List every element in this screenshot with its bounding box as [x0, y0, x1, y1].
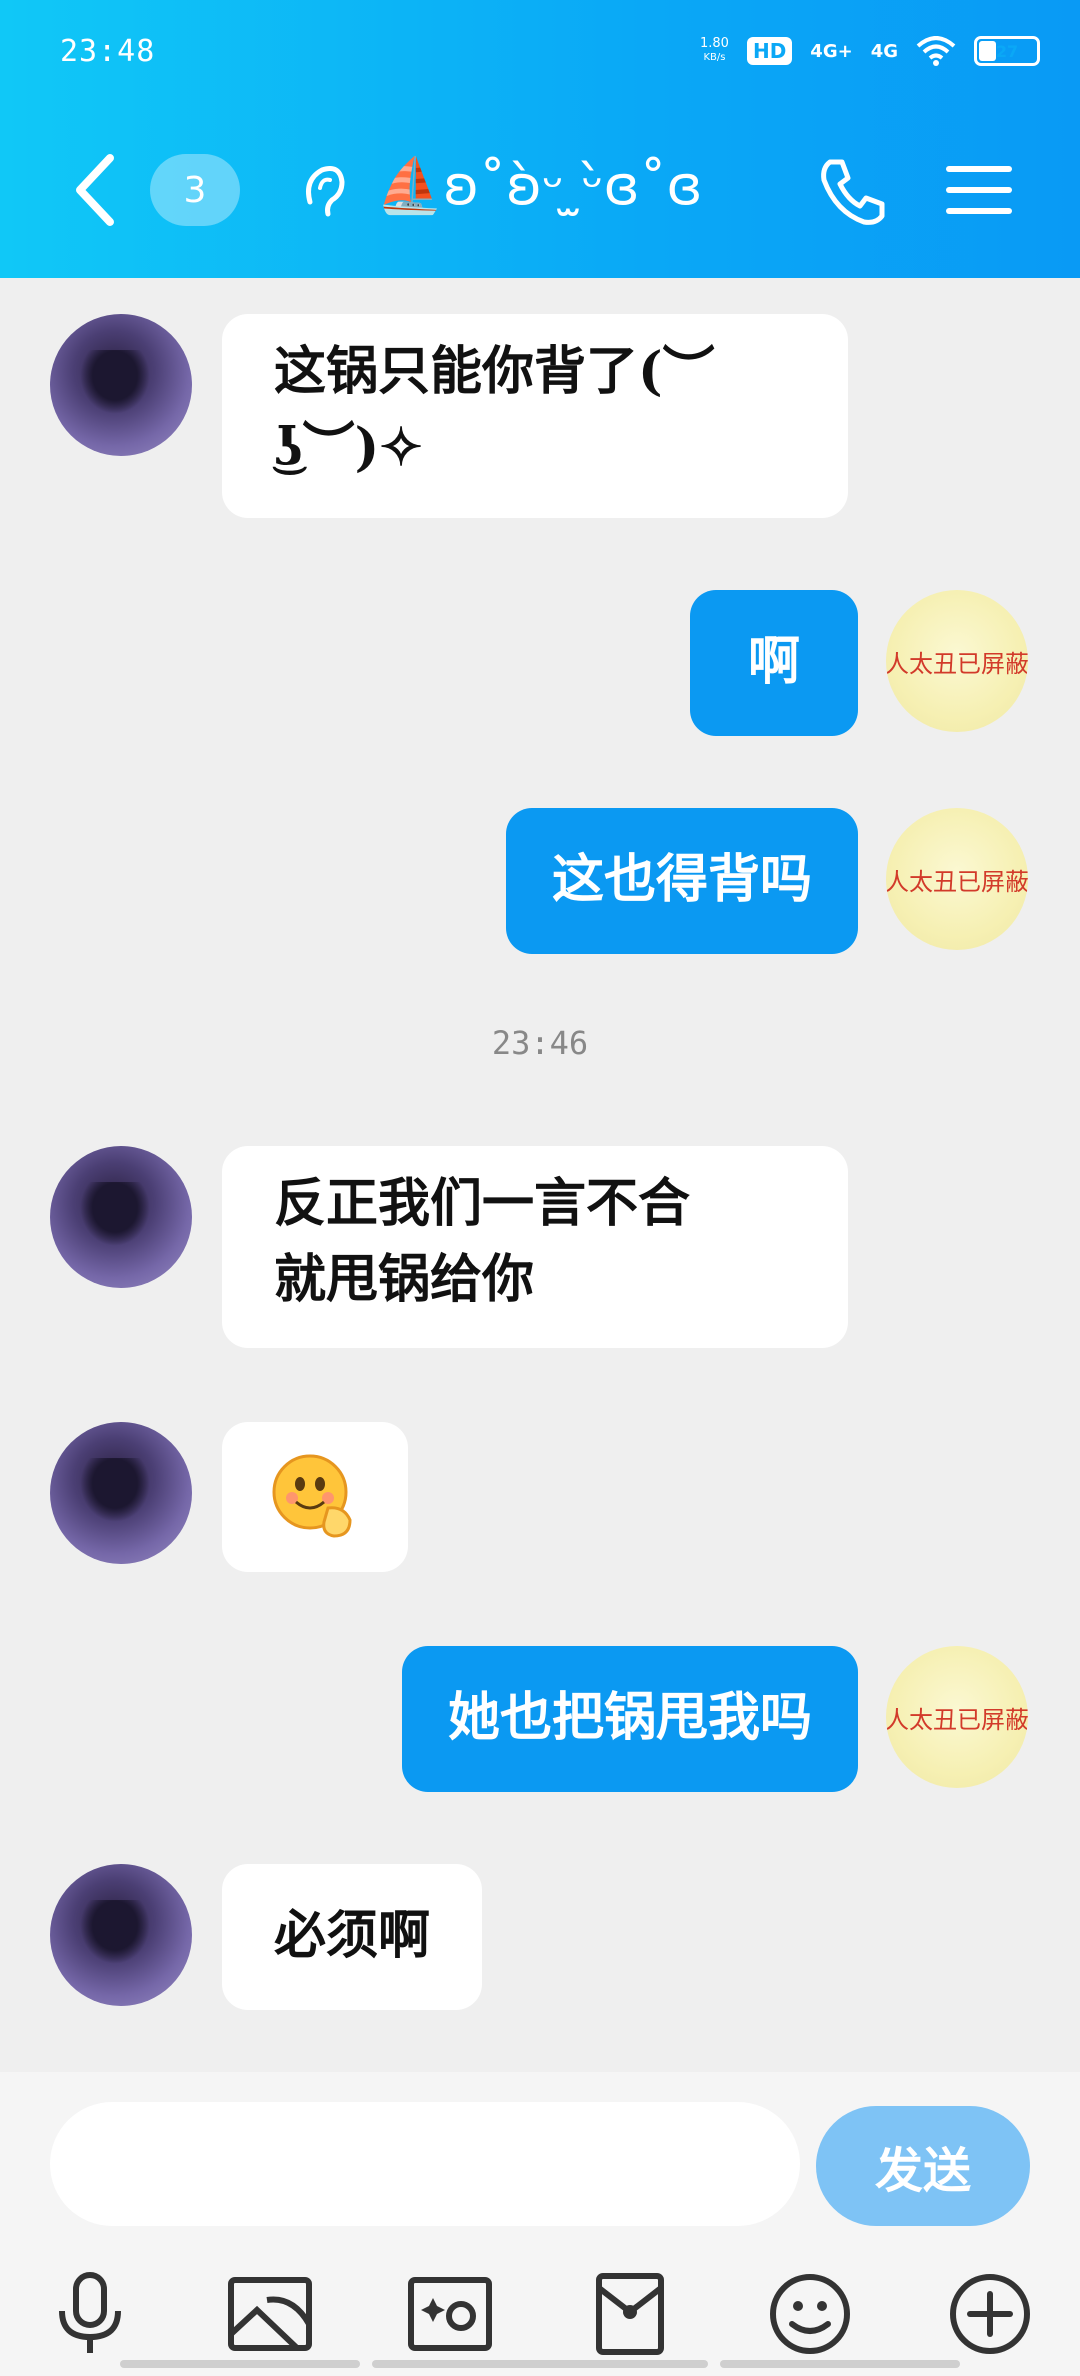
- signal-4g-icon: 4G: [870, 40, 898, 62]
- contact-avatar[interactable]: [50, 1864, 192, 2006]
- message-bubble-sent[interactable]: 她也把锅甩我吗: [401, 1646, 858, 1792]
- contact-avatar[interactable]: [50, 1422, 192, 1564]
- nav-bar: 3 ⛵ʚ˚ʚ̀ᵕ ̫ᵕ̀ɞ˚ɞ: [0, 140, 1080, 240]
- red-packet-icon[interactable]: [580, 2264, 680, 2364]
- wifi-icon: [916, 36, 956, 66]
- network-speed: 1.80 KB/s: [700, 36, 729, 64]
- ear-icon[interactable]: [298, 162, 348, 222]
- message-list[interactable]: 这锅只能你背了(︶ ͜ʖ︶)✧ 啊 人太丑已屏蔽 这也得背吗 人太丑已屏蔽 23…: [0, 278, 1080, 2072]
- microphone-icon[interactable]: [40, 2264, 140, 2364]
- message-bubble-received[interactable]: 必须啊: [222, 1864, 483, 2010]
- my-avatar[interactable]: 人太丑已屏蔽: [886, 590, 1028, 732]
- contact-avatar[interactable]: [50, 1146, 192, 1288]
- my-avatar[interactable]: 人太丑已屏蔽: [886, 808, 1028, 950]
- chat-title[interactable]: ⛵ʚ˚ʚ̀ᵕ ̫ᵕ̀ɞ˚ɞ: [376, 154, 703, 218]
- menu-icon[interactable]: [944, 162, 1014, 218]
- camera-icon[interactable]: [400, 2264, 500, 2364]
- send-button[interactable]: 发送: [816, 2106, 1030, 2226]
- plus-icon[interactable]: [940, 2264, 1040, 2364]
- back-arrow-icon[interactable]: [66, 152, 126, 228]
- signal-4g-plus-icon: 4G+: [810, 40, 853, 62]
- status-bar: 23:48 1.80 KB/s HD 4G+ 4G 27: [0, 0, 1080, 110]
- gallery-icon[interactable]: [220, 2264, 320, 2364]
- message-input[interactable]: [50, 2102, 800, 2226]
- unread-count-badge[interactable]: 3: [150, 154, 240, 226]
- contact-avatar[interactable]: [50, 314, 192, 456]
- nav-indicator: [120, 2360, 360, 2368]
- chat-header: 23:48 1.80 KB/s HD 4G+ 4G 27 3 ⛵ʚ˚ʚ̀ᵕ ̫ᵕ…: [0, 0, 1080, 278]
- emoji-icon[interactable]: [760, 2264, 860, 2364]
- message-bubble-sent[interactable]: 这也得背吗: [505, 808, 858, 954]
- phone-icon[interactable]: [816, 154, 890, 228]
- input-area: 发送: [0, 2072, 1080, 2376]
- message-timestamp: 23:46: [491, 1024, 589, 1062]
- hd-icon: HD: [746, 37, 793, 65]
- sly-smile-emoji: [272, 1454, 352, 1538]
- message-bubble-received[interactable]: 反正我们一言不合 就甩锅给你: [222, 1146, 848, 1348]
- nav-indicator: [372, 2360, 708, 2368]
- status-time: 23:48: [60, 34, 156, 69]
- message-bubble-received[interactable]: 这锅只能你背了(︶ ͜ʖ︶)✧: [222, 314, 848, 518]
- message-bubble-emoji[interactable]: [222, 1422, 408, 1572]
- battery-icon: 27: [974, 36, 1040, 66]
- message-bubble-sent[interactable]: 啊: [690, 590, 858, 736]
- my-avatar[interactable]: 人太丑已屏蔽: [886, 1646, 1028, 1788]
- nav-indicator: [720, 2360, 960, 2368]
- status-icons: 1.80 KB/s HD 4G+ 4G 27: [700, 36, 1040, 66]
- input-toolbar: [0, 2264, 1080, 2368]
